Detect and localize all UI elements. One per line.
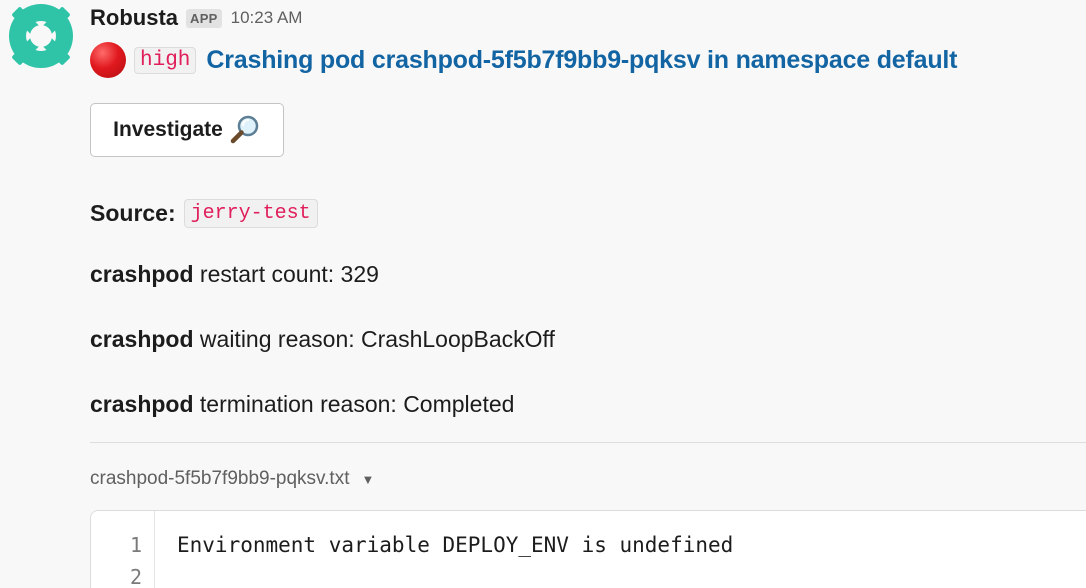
source-label: Source: bbox=[90, 199, 176, 226]
pod-name: crashpod bbox=[90, 261, 194, 287]
line-number: 1 bbox=[129, 533, 142, 557]
waiting-reason-line: crashpod waiting reason: CrashLoopBackOf… bbox=[90, 326, 555, 353]
investigate-button[interactable]: Investigate bbox=[90, 103, 284, 157]
red-circle-icon bbox=[90, 42, 126, 78]
restart-count-line: crashpod restart count: 329 bbox=[90, 261, 379, 288]
robusta-logo-icon[interactable] bbox=[6, 2, 76, 70]
app-name[interactable]: Robusta bbox=[90, 5, 178, 31]
investigate-button-label: Investigate bbox=[113, 118, 223, 141]
pod-name: crashpod bbox=[90, 326, 194, 352]
source-value: jerry-test bbox=[183, 198, 318, 228]
detail-text: termination reason: Completed bbox=[193, 391, 515, 417]
divider bbox=[90, 442, 1086, 443]
file-preview[interactable]: 1 2 Environment variable DEPLOY_ENV is u… bbox=[90, 510, 1086, 588]
file-attachment-header[interactable]: crashpod-5f5b7f9bb9-pqksv.txt ▼ bbox=[90, 468, 374, 490]
code-line: Environment variable DEPLOY_ENV is undef… bbox=[177, 533, 734, 557]
message-header: Robusta APP 10:23 AM bbox=[90, 4, 302, 32]
message-timestamp[interactable]: 10:23 AM bbox=[231, 8, 303, 28]
alert-title-row: high Crashing pod crashpod-5f5b7f9bb9-pq… bbox=[90, 42, 957, 78]
line-number: 2 bbox=[129, 565, 142, 588]
file-name[interactable]: crashpod-5f5b7f9bb9-pqksv.txt bbox=[90, 468, 349, 490]
severity-badge: high bbox=[134, 46, 197, 74]
pod-name: crashpod bbox=[90, 391, 194, 417]
detail-text: waiting reason: CrashLoopBackOff bbox=[193, 326, 555, 352]
magnifying-glass-icon bbox=[230, 115, 259, 144]
termination-reason-line: crashpod termination reason: Completed bbox=[90, 391, 514, 418]
detail-text: restart count: 329 bbox=[193, 261, 379, 287]
source-line: Source: jerry-test bbox=[90, 196, 318, 230]
app-badge: APP bbox=[186, 8, 222, 28]
caret-down-icon[interactable]: ▼ bbox=[361, 472, 374, 487]
line-number-gutter: 1 2 bbox=[91, 511, 155, 588]
alert-title-link[interactable]: Crashing pod crashpod-5f5b7f9bb9-pqksv i… bbox=[206, 46, 957, 75]
